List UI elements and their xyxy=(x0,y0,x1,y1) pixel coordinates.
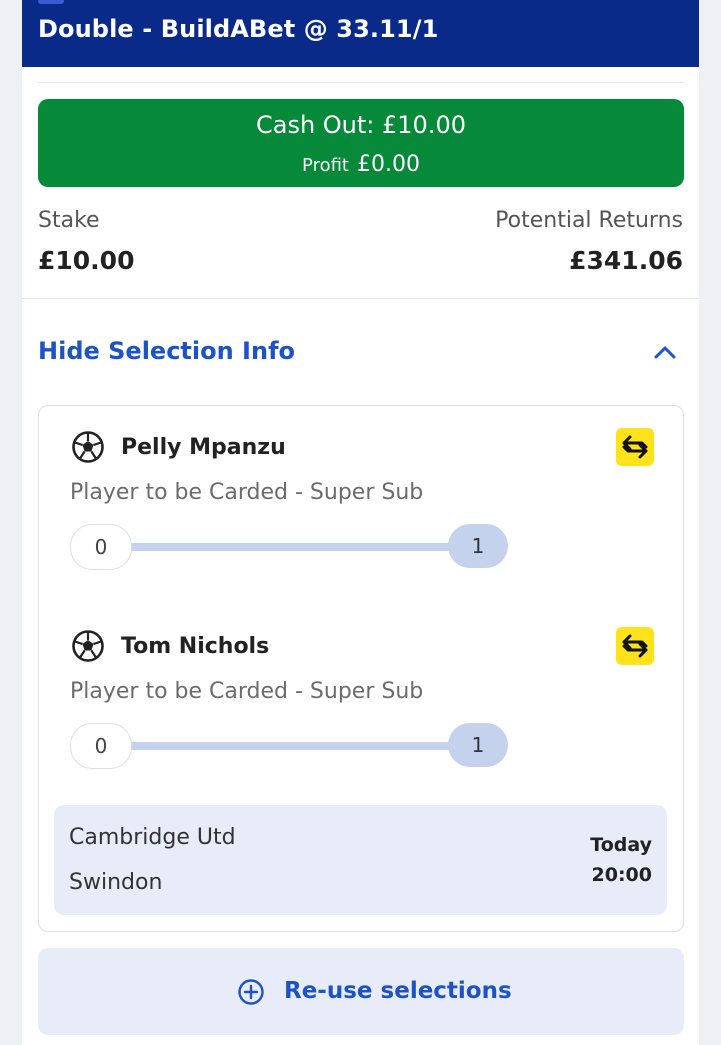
progress-end: 1 xyxy=(448,723,508,767)
stake-value: £10.00 xyxy=(38,246,135,275)
reuse-selections-button[interactable]: Re-use selections xyxy=(38,948,684,1035)
bet-title: Double - BuildABet @ 33.11/1 xyxy=(38,15,439,43)
selection-name: Pelly Mpanzu xyxy=(121,435,286,460)
progress-track xyxy=(119,742,459,750)
progress-end: 1 xyxy=(448,524,508,568)
bet-header: Double - BuildABet @ 33.11/1 xyxy=(22,0,699,67)
profit-label: Profit xyxy=(302,155,349,176)
hide-selection-info-link[interactable]: Hide Selection Info xyxy=(38,337,295,365)
bet-card: Double - BuildABet @ 33.11/1 Cash Out: £… xyxy=(22,0,699,1045)
home-team: Cambridge Utd xyxy=(69,825,236,850)
event-info[interactable]: Cambridge Utd Swindon Today 20:00 xyxy=(54,805,667,915)
chevron-up-icon[interactable] xyxy=(652,343,678,361)
selection-market: Player to be Carded - Super Sub xyxy=(70,480,424,505)
swap-icon[interactable] xyxy=(616,428,654,466)
football-icon xyxy=(72,431,104,463)
separator xyxy=(38,82,683,83)
plus-circle-icon xyxy=(238,979,264,1005)
potential-returns-value: £341.06 xyxy=(569,246,683,275)
progress-track xyxy=(119,543,459,551)
progress-start: 0 xyxy=(70,723,132,769)
football-icon xyxy=(72,630,104,662)
divider xyxy=(22,298,699,299)
event-day: Today xyxy=(590,834,652,856)
cash-out-profit: Profit £0.00 xyxy=(38,152,684,177)
cash-out-button[interactable]: Cash Out: £10.00 Profit £0.00 xyxy=(38,99,684,187)
cash-out-label: Cash Out: £10.00 xyxy=(255,111,466,139)
stake-label: Stake xyxy=(38,208,100,233)
reuse-selections-label: Re-use selections xyxy=(284,978,512,1004)
swap-icon[interactable] xyxy=(616,627,654,665)
selection-info-panel: Pelly Mpanzu Player to be Carded - Super… xyxy=(38,405,684,932)
selection-name: Tom Nichols xyxy=(121,634,270,659)
profit-value: £0.00 xyxy=(356,152,420,177)
potential-returns-label: Potential Returns xyxy=(495,208,683,233)
event-time: 20:00 xyxy=(591,864,652,886)
header-tab-indicator xyxy=(38,0,64,4)
selection-market: Player to be Carded - Super Sub xyxy=(70,679,424,704)
progress-start: 0 xyxy=(70,524,132,570)
away-team: Swindon xyxy=(69,870,163,895)
